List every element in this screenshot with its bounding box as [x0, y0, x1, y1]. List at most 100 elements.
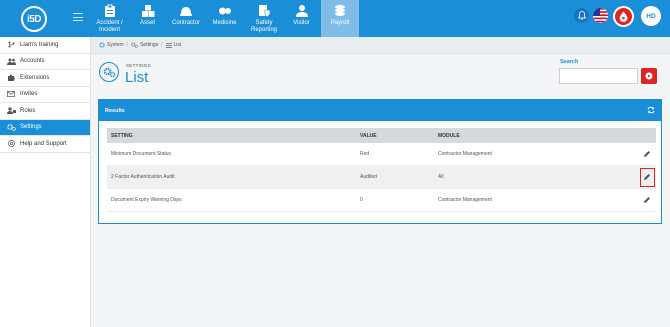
nav-contractor[interactable]: Contractor: [169, 0, 203, 37]
sidebar-item-invites[interactable]: Invites: [0, 87, 90, 103]
coins-icon: [335, 5, 345, 16]
search-label: Search: [560, 59, 579, 65]
nav-accident-incident[interactable]: Accident / Incident: [93, 0, 126, 37]
table-header: SETTING VALUE MODULE: [107, 128, 656, 143]
nav-label: Contractor: [171, 20, 200, 26]
sidebar-item-label: Liam's training: [20, 41, 59, 48]
sidebar-item-label: Settings: [20, 124, 42, 131]
panel-title: Results: [105, 107, 125, 114]
sidebar-item-label: Extensions: [20, 74, 50, 81]
edit-button[interactable]: [641, 194, 653, 206]
settings-table: SETTING VALUE MODULE Minimum Document St…: [107, 128, 656, 212]
sidebar: Liam's training Accounts Extensions Invi…: [0, 37, 91, 327]
nav-label: Payroll: [330, 20, 350, 26]
user-avatar[interactable]: HD: [641, 6, 661, 26]
logo[interactable]: i5D: [21, 6, 47, 32]
breadcrumb-separator: /: [161, 42, 163, 48]
breadcrumb-item-list: List: [173, 42, 182, 48]
column-header-setting: SETTING: [111, 132, 133, 139]
edit-button-highlighted[interactable]: [639, 167, 655, 187]
users-icon: [6, 58, 16, 65]
pencil-icon: [644, 197, 650, 203]
column-header-value: VALUE: [360, 132, 377, 139]
edit-button[interactable]: [641, 148, 653, 160]
branch-icon: [6, 41, 16, 48]
nav-label: Accident / Incident: [96, 20, 123, 33]
hardhat-icon: [180, 7, 192, 16]
table-row: 2 Factor Authentication Audit Audited Al…: [107, 166, 656, 189]
cell-actions: [638, 194, 656, 206]
breadcrumb: System / Settings / List: [91, 37, 670, 54]
cell-module: Contractor Management: [438, 197, 492, 203]
cell-module: All: [438, 174, 444, 180]
nav-payroll[interactable]: Payroll: [321, 0, 359, 37]
bell-icon: [577, 11, 586, 20]
table-row: Document Expiry Warning Days 0 Contracto…: [107, 189, 656, 212]
sidebar-item-label: Invites: [20, 91, 38, 98]
cogs-icon: [103, 67, 115, 77]
breadcrumb-separator: /: [126, 42, 129, 48]
cell-setting: Document Expiry Warning Days: [111, 197, 182, 203]
list-icon: [165, 42, 172, 48]
person-icon: [295, 5, 308, 17]
puzzle-icon: [6, 74, 16, 82]
pills-icon: [218, 7, 231, 15]
gear-icon: [99, 42, 105, 48]
nav-medicine[interactable]: Medicine: [208, 0, 241, 37]
column-header-module: MODULE: [438, 132, 460, 139]
cell-value: 0: [360, 197, 363, 203]
us-flag-icon: [593, 8, 608, 23]
sidebar-item-accounts[interactable]: Accounts: [0, 54, 90, 70]
brand-area: i5D: [0, 0, 91, 37]
sidebar-item-extensions[interactable]: Extensions: [0, 70, 90, 87]
nav-visitor[interactable]: Visitor: [285, 0, 318, 37]
page-subtitle: SETTINGS: [126, 63, 151, 68]
refresh-icon[interactable]: [647, 106, 655, 114]
nav-safety-reporting[interactable]: Safety Reporting: [246, 0, 282, 37]
breadcrumb-item-settings[interactable]: Settings: [140, 42, 158, 48]
arrow-right-circle-icon: [645, 72, 653, 80]
cell-value: Red: [360, 151, 370, 157]
nav-label: Asset: [139, 20, 155, 26]
sidebar-item-settings[interactable]: Settings: [0, 119, 90, 136]
envelope-icon: [6, 91, 16, 98]
cell-setting: Minimum Document Status: [111, 151, 172, 157]
breadcrumb-item-system[interactable]: System: [107, 42, 124, 48]
cell-actions: [638, 167, 656, 187]
page-title: List: [125, 69, 149, 86]
results-panel: Results SETTING VALUE MODULE Minimum Doc…: [98, 99, 662, 224]
sidebar-item-help[interactable]: Help and Support: [0, 136, 90, 153]
cogs-icon: [131, 42, 138, 48]
nav-asset[interactable]: Asset: [131, 0, 164, 37]
sidebar-item-label: Help and Support: [20, 140, 67, 147]
nav-label: Medicine: [212, 20, 237, 26]
alert-drop-icon: [619, 11, 628, 22]
sos-button[interactable]: [613, 6, 634, 27]
cogs-icon: [6, 123, 16, 131]
nav-label: Safety Reporting: [250, 20, 277, 33]
pencil-icon: [644, 151, 650, 157]
sidebar-item-label: Roles: [20, 107, 36, 114]
search-input[interactable]: [559, 68, 638, 84]
cell-setting: 2 Factor Authentication Audit: [111, 174, 175, 180]
cell-actions: [638, 148, 656, 160]
panel-header: Results: [99, 100, 661, 121]
table-row: Minimum Document Status Red Contractor M…: [107, 143, 656, 166]
language-selector[interactable]: [593, 8, 608, 23]
settings-header-icon: [99, 62, 119, 82]
nav-label: Visitor: [293, 20, 310, 26]
notifications-button[interactable]: [574, 8, 589, 23]
top-navbar: i5D Accident / Incident Asset Contractor…: [0, 0, 670, 37]
user-tag-icon: [6, 107, 16, 115]
cell-value: Audited: [360, 174, 377, 180]
pencil-icon: [644, 174, 650, 180]
help-icon: [6, 140, 16, 148]
menu-toggle-icon[interactable]: [73, 13, 83, 21]
clipboard-icon: [104, 4, 115, 17]
sidebar-item-roles[interactable]: Roles: [0, 103, 90, 120]
search-button[interactable]: [641, 68, 657, 84]
sidebar-item-training[interactable]: Liam's training: [0, 37, 90, 54]
cell-module: Contractor Management: [438, 151, 492, 157]
boxes-icon: [141, 5, 154, 17]
sidebar-item-label: Accounts: [20, 58, 45, 65]
